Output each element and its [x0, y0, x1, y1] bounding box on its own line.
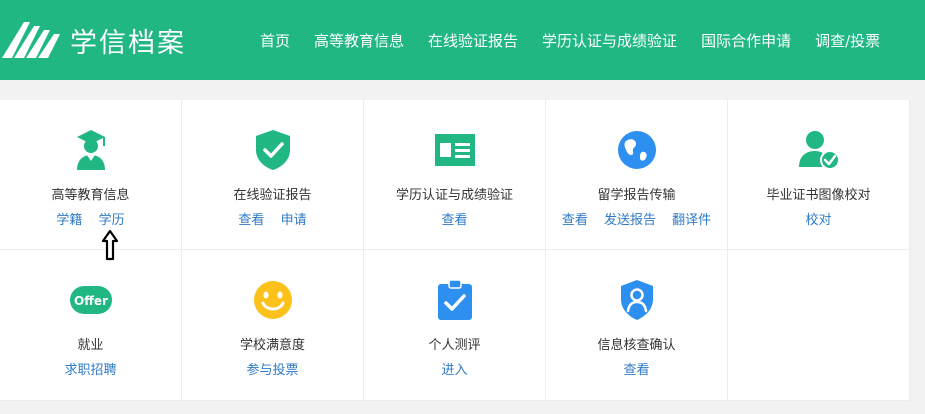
offer-icon-text: Offer [74, 294, 108, 308]
link-degree[interactable]: 学历 [99, 213, 125, 228]
offer-icon: Offer [0, 278, 181, 322]
service-study-abroad-report: 留学报告传输 查看 发送报告 翻译件 [546, 100, 728, 250]
service-degree-certification: 学历认证与成绩验证 查看 [364, 100, 546, 250]
smiley-icon [182, 278, 363, 322]
cursor-arrow-icon [101, 229, 119, 261]
service-grid: 高等教育信息 学籍 学历 在线验证报告 查看 申请 学历认证与成绩验证 查看 留… [0, 100, 910, 401]
id-card-icon [364, 128, 545, 172]
link-vote[interactable]: 参与投票 [246, 363, 298, 378]
link-view[interactable]: 查看 [441, 213, 467, 228]
link-view[interactable]: 查看 [238, 213, 264, 228]
service-personal-assessment: 个人测评 进入 [364, 250, 546, 401]
link-job-search[interactable]: 求职招聘 [64, 363, 116, 378]
service-title: 学历认证与成绩验证 [395, 188, 513, 203]
link-apply[interactable]: 申请 [281, 213, 307, 228]
service-title: 毕业证书图像校对 [766, 188, 871, 203]
link-enter[interactable]: 进入 [441, 363, 467, 378]
service-higher-education: 高等教育信息 学籍 学历 [0, 100, 182, 250]
service-title: 留学报告传输 [597, 188, 676, 203]
logo-wings-icon [2, 22, 60, 58]
service-title: 信息核查确认 [597, 338, 676, 353]
link-translation[interactable]: 翻译件 [672, 213, 711, 228]
service-online-verification: 在线验证报告 查看 申请 [182, 100, 364, 250]
service-title: 个人测评 [428, 338, 481, 353]
graduate-icon [0, 128, 181, 172]
main-nav: 首页 高等教育信息 在线验证报告 学历认证与成绩验证 国际合作申请 调查/投票 [248, 0, 892, 80]
nav-international[interactable]: 国际合作申请 [701, 30, 791, 51]
link-student-status[interactable]: 学籍 [56, 213, 82, 228]
nav-higher-education[interactable]: 高等教育信息 [314, 30, 404, 51]
nav-degree-certification[interactable]: 学历认证与成绩验证 [542, 30, 677, 51]
header-bar: 学信档案 首页 高等教育信息 在线验证报告 学历认证与成绩验证 国际合作申请 调… [0, 0, 925, 80]
service-school-satisfaction: 学校满意度 参与投票 [182, 250, 364, 401]
shield-user-icon [546, 278, 727, 322]
service-title: 就业 [77, 338, 104, 353]
logo[interactable]: 学信档案 [0, 18, 186, 62]
service-employment: Offer 就业 求职招聘 [0, 250, 182, 401]
nav-online-verification[interactable]: 在线验证报告 [428, 30, 518, 51]
nav-survey-vote[interactable]: 调查/投票 [815, 30, 880, 51]
logo-text: 学信档案 [70, 27, 186, 59]
service-title: 高等教育信息 [51, 188, 130, 203]
service-title: 在线验证报告 [233, 188, 312, 203]
link-send-report[interactable]: 发送报告 [604, 213, 656, 228]
service-info-verification: 信息核查确认 查看 [546, 250, 728, 401]
shield-check-icon [182, 128, 363, 172]
service-title: 学校满意度 [239, 338, 305, 353]
link-view[interactable]: 查看 [562, 213, 588, 228]
clipboard-check-icon [364, 278, 545, 322]
link-proofread[interactable]: 校对 [805, 213, 831, 228]
empty-cell [728, 250, 910, 401]
link-view[interactable]: 查看 [623, 363, 649, 378]
service-certificate-proofread: 毕业证书图像校对 校对 [728, 100, 910, 250]
user-check-icon [728, 128, 909, 172]
nav-home[interactable]: 首页 [260, 30, 290, 51]
globe-icon [546, 128, 727, 172]
